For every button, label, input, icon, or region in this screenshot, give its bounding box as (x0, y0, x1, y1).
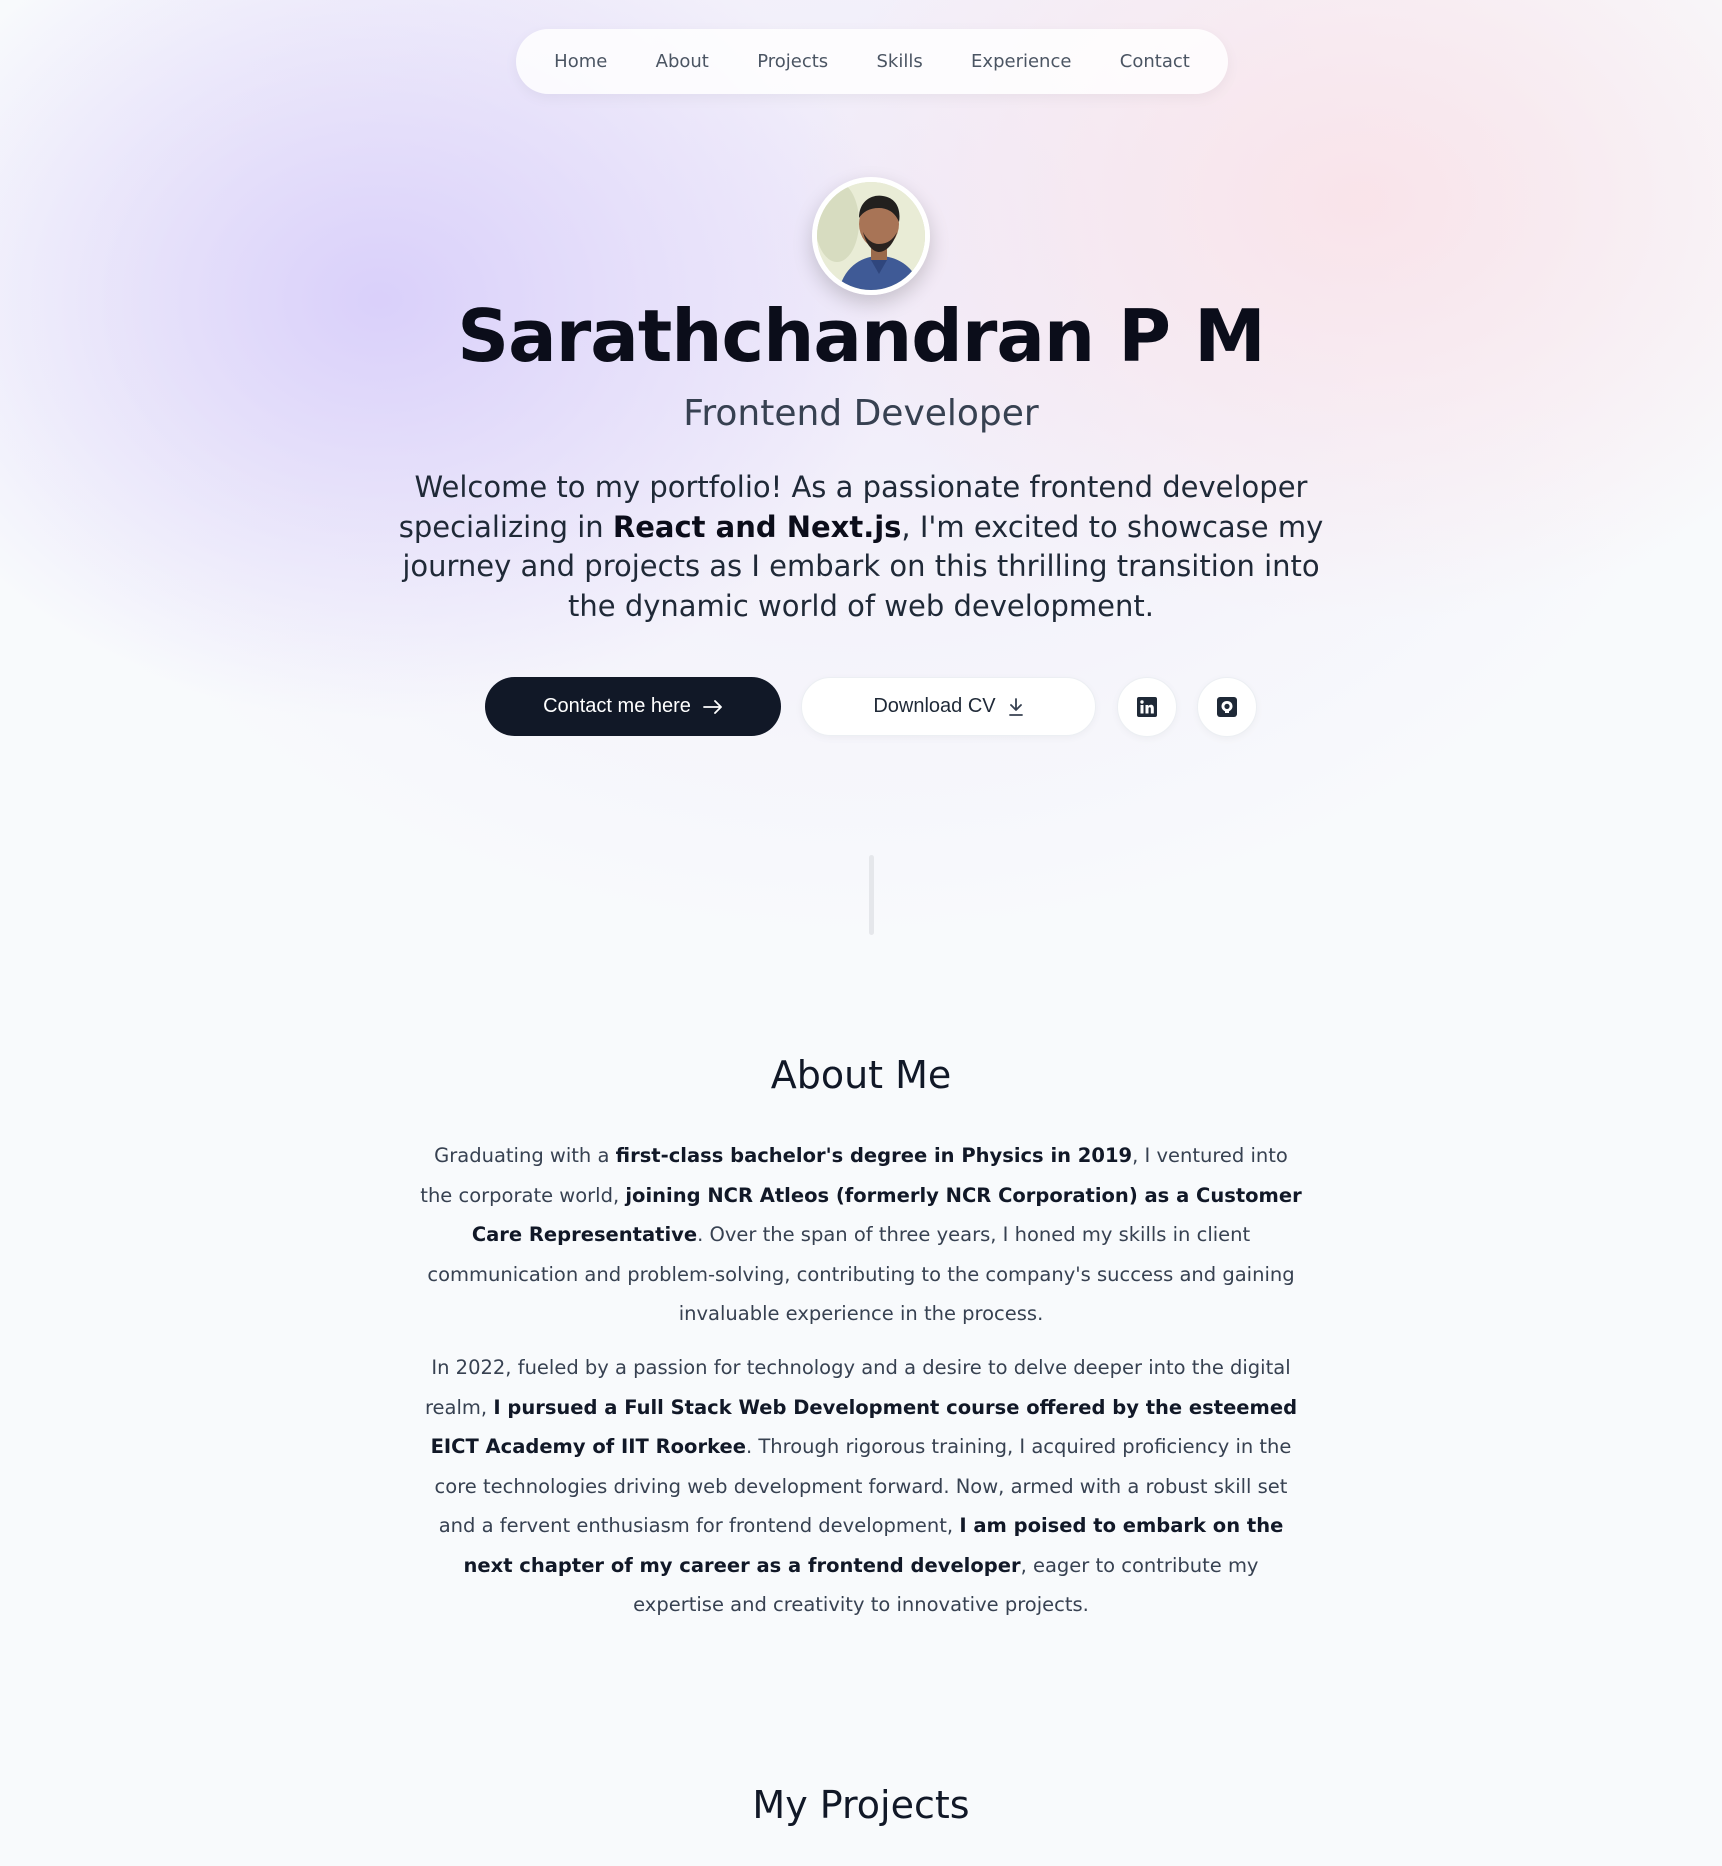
about-paragraph-2: In 2022, fueled by a passion for technol… (420, 1348, 1302, 1625)
nav-item-experience[interactable]: Experience (959, 43, 1083, 80)
linkedin-icon (1137, 697, 1157, 717)
nav-item-projects[interactable]: Projects (745, 43, 840, 80)
linkedin-button[interactable] (1117, 677, 1177, 737)
nav-item-contact[interactable]: Contact (1108, 43, 1202, 80)
about-text: Graduating with a (434, 1144, 616, 1167)
nav-item-skills[interactable]: Skills (864, 43, 934, 80)
scroll-divider (869, 855, 874, 935)
hero-intro: Welcome to my portfolio! As a passionate… (396, 468, 1326, 626)
about-highlight: first-class bachelor's degree in Physics… (615, 1144, 1133, 1167)
projects-title: My Projects (752, 1783, 970, 1827)
contact-me-label: Contact me here (543, 695, 691, 717)
hero-name: Sarathchandran P M (457, 294, 1265, 378)
download-cv-button[interactable]: Download CV (801, 677, 1096, 736)
nav-item-about[interactable]: About (644, 43, 721, 80)
hero-intro-highlight: React and Next.js (612, 509, 902, 544)
contact-me-button[interactable]: Contact me here (485, 677, 781, 736)
about-title: About Me (770, 1053, 952, 1097)
top-navigation: Home About Projects Skills Experience Co… (516, 29, 1228, 94)
download-icon (1008, 697, 1023, 716)
hero-role: Frontend Developer (683, 393, 1039, 434)
download-cv-label: Download CV (873, 695, 996, 717)
profile-photo (817, 182, 925, 290)
about-paragraph-1: Graduating with a first-class bachelor's… (420, 1136, 1302, 1334)
github-button[interactable] (1197, 677, 1257, 737)
avatar (812, 177, 930, 295)
github-icon (1217, 697, 1237, 717)
arrow-right-icon (703, 699, 722, 714)
nav-item-home[interactable]: Home (542, 43, 619, 80)
